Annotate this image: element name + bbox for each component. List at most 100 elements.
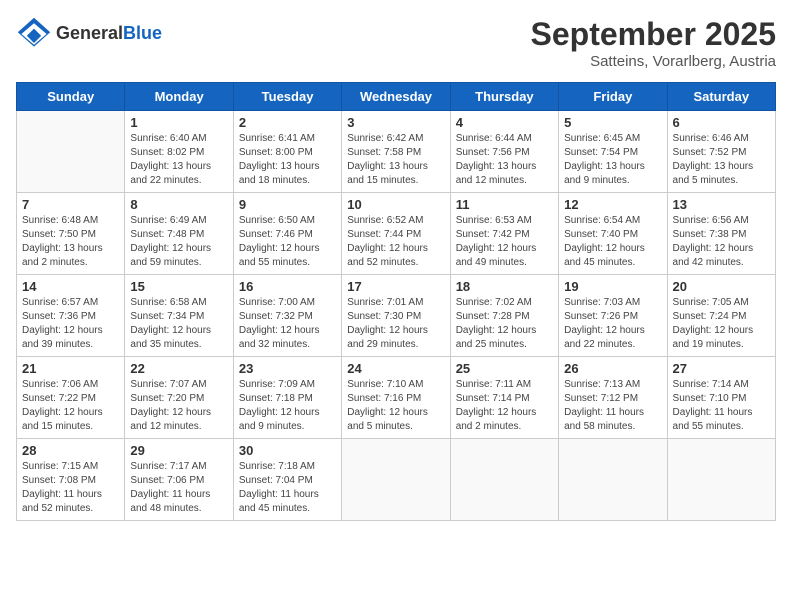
calendar-cell <box>17 111 125 193</box>
calendar-cell: 21Sunrise: 7:06 AMSunset: 7:22 PMDayligh… <box>17 357 125 439</box>
day-number: 4 <box>456 115 553 130</box>
calendar-cell: 29 Sunrise: 7:17 AMSunset: 7:06 PMDayligh… <box>125 439 233 521</box>
calendar-cell: 11Sunrise: 6:53 AMSunset: 7:42 PMDayligh… <box>450 193 558 275</box>
calendar-cell <box>667 439 775 521</box>
day-info: Sunrise: 7:09 AMSunset: 7:18 PMDaylight:… <box>239 378 336 434</box>
day-number: 28 <box>22 443 119 458</box>
day-number: 29 <box>130 443 227 458</box>
day-number: 13 <box>673 197 770 212</box>
calendar-cell: 10Sunrise: 6:52 AMSunset: 7:44 PMDayligh… <box>342 193 450 275</box>
calendar-cell: 17 Sunrise: 7:01 AMSunset: 7:30 PMDayligh… <box>342 275 450 357</box>
day-number: 9 <box>239 197 336 212</box>
calendar-cell: 23 Sunrise: 7:09 AMSunset: 7:18 PMDayligh… <box>233 357 341 439</box>
month-title: September 2025 <box>531 16 776 53</box>
day-number: 5 <box>564 115 661 130</box>
calendar-cell: 25Sunrise: 7:11 AMSunset: 7:14 PMDayligh… <box>450 357 558 439</box>
calendar-cell: 15 Sunrise: 6:58 AMSunset: 7:34 PMDayligh… <box>125 275 233 357</box>
calendar-cell <box>559 439 667 521</box>
calendar-cell: 7 Sunrise: 6:48 AMSunset: 7:50 PMDaylight… <box>17 193 125 275</box>
day-info: Sunrise: 6:42 AMSunset: 7:58 PMDaylight:… <box>347 132 444 188</box>
day-number: 12 <box>564 197 661 212</box>
day-number: 15 <box>130 279 227 294</box>
day-info: Sunrise: 7:07 AMSunset: 7:20 PMDaylight:… <box>130 378 227 434</box>
day-info: Sunrise: 7:13 AMSunset: 7:12 PMDaylight:… <box>564 378 661 434</box>
day-number: 11 <box>456 197 553 212</box>
day-info: Sunrise: 7:06 AMSunset: 7:22 PMDaylight:… <box>22 378 119 434</box>
calendar-cell: 27Sunrise: 7:14 AMSunset: 7:10 PMDayligh… <box>667 357 775 439</box>
weekday-header-row: SundayMondayTuesdayWednesdayThursdayFrid… <box>17 83 776 111</box>
day-info: Sunrise: 7:03 AMSunset: 7:26 PMDaylight:… <box>564 296 661 352</box>
calendar-cell: 19 Sunrise: 7:03 AMSunset: 7:26 PMDayligh… <box>559 275 667 357</box>
calendar-cell: 13 Sunrise: 6:56 AMSunset: 7:38 PMDayligh… <box>667 193 775 275</box>
day-number: 22 <box>130 361 227 376</box>
calendar-cell: 18 Sunrise: 7:02 AMSunset: 7:28 PMDayligh… <box>450 275 558 357</box>
weekday-header-sunday: Sunday <box>17 83 125 111</box>
calendar-cell: 5 Sunrise: 6:45 AMSunset: 7:54 PMDaylight… <box>559 111 667 193</box>
calendar-cell: 1 Sunrise: 6:40 AMSunset: 8:02 PMDaylight… <box>125 111 233 193</box>
day-number: 6 <box>673 115 770 130</box>
day-number: 3 <box>347 115 444 130</box>
day-number: 1 <box>130 115 227 130</box>
weekday-header-thursday: Thursday <box>450 83 558 111</box>
day-info: Sunrise: 6:48 AMSunset: 7:50 PMDaylight:… <box>22 214 119 270</box>
day-info: Sunrise: 7:05 AMSunset: 7:24 PMDaylight:… <box>673 296 770 352</box>
logo-general-text: General <box>56 23 123 43</box>
day-number: 19 <box>564 279 661 294</box>
day-info: Sunrise: 6:52 AMSunset: 7:44 PMDaylight:… <box>347 214 444 270</box>
day-number: 16 <box>239 279 336 294</box>
calendar-week-1: 1 Sunrise: 6:40 AMSunset: 8:02 PMDaylight… <box>17 111 776 193</box>
day-info: Sunrise: 6:40 AMSunset: 8:02 PMDaylight:… <box>130 132 227 188</box>
day-info: Sunrise: 6:54 AMSunset: 7:40 PMDaylight:… <box>564 214 661 270</box>
day-number: 23 <box>239 361 336 376</box>
page-header: GeneralBlue September 2025 Satteins, Vor… <box>16 16 776 70</box>
day-info: Sunrise: 6:46 AMSunset: 7:52 PMDaylight:… <box>673 132 770 188</box>
calendar-cell: 22 Sunrise: 7:07 AMSunset: 7:20 PMDayligh… <box>125 357 233 439</box>
day-info: Sunrise: 7:15 AMSunset: 7:08 PMDaylight:… <box>22 460 119 516</box>
day-info: Sunrise: 6:58 AMSunset: 7:34 PMDaylight:… <box>130 296 227 352</box>
calendar-cell: 8 Sunrise: 6:49 AMSunset: 7:48 PMDaylight… <box>125 193 233 275</box>
logo-icon <box>16 16 52 52</box>
calendar-cell: 16 Sunrise: 7:00 AMSunset: 7:32 PMDayligh… <box>233 275 341 357</box>
calendar-cell: 6 Sunrise: 6:46 AMSunset: 7:52 PMDaylight… <box>667 111 775 193</box>
day-info: Sunrise: 6:49 AMSunset: 7:48 PMDaylight:… <box>130 214 227 270</box>
day-number: 8 <box>130 197 227 212</box>
weekday-header-saturday: Saturday <box>667 83 775 111</box>
day-info: Sunrise: 7:17 AMSunset: 7:06 PMDaylight:… <box>130 460 227 516</box>
day-number: 17 <box>347 279 444 294</box>
calendar-cell: 30Sunrise: 7:18 AMSunset: 7:04 PMDayligh… <box>233 439 341 521</box>
day-info: Sunrise: 7:00 AMSunset: 7:32 PMDaylight:… <box>239 296 336 352</box>
day-info: Sunrise: 7:01 AMSunset: 7:30 PMDaylight:… <box>347 296 444 352</box>
calendar-week-2: 7 Sunrise: 6:48 AMSunset: 7:50 PMDaylight… <box>17 193 776 275</box>
day-info: Sunrise: 7:02 AMSunset: 7:28 PMDaylight:… <box>456 296 553 352</box>
calendar-cell: 2Sunrise: 6:41 AMSunset: 8:00 PMDaylight… <box>233 111 341 193</box>
logo: GeneralBlue <box>16 16 162 52</box>
calendar-cell: 24 Sunrise: 7:10 AMSunset: 7:16 PMDayligh… <box>342 357 450 439</box>
location-subtitle: Satteins, Vorarlberg, Austria <box>531 53 776 70</box>
weekday-header-wednesday: Wednesday <box>342 83 450 111</box>
calendar-cell: 12 Sunrise: 6:54 AMSunset: 7:40 PMDayligh… <box>559 193 667 275</box>
day-number: 7 <box>22 197 119 212</box>
logo-blue-text: Blue <box>123 23 162 43</box>
calendar-table: SundayMondayTuesdayWednesdayThursdayFrid… <box>16 82 776 521</box>
calendar-week-4: 21Sunrise: 7:06 AMSunset: 7:22 PMDayligh… <box>17 357 776 439</box>
day-number: 24 <box>347 361 444 376</box>
day-info: Sunrise: 7:10 AMSunset: 7:16 PMDaylight:… <box>347 378 444 434</box>
day-number: 18 <box>456 279 553 294</box>
day-info: Sunrise: 6:50 AMSunset: 7:46 PMDaylight:… <box>239 214 336 270</box>
calendar-cell: 9 Sunrise: 6:50 AMSunset: 7:46 PMDaylight… <box>233 193 341 275</box>
day-info: Sunrise: 6:45 AMSunset: 7:54 PMDaylight:… <box>564 132 661 188</box>
calendar-cell: 28 Sunrise: 7:15 AMSunset: 7:08 PMDayligh… <box>17 439 125 521</box>
calendar-week-3: 14Sunrise: 6:57 AMSunset: 7:36 PMDayligh… <box>17 275 776 357</box>
day-number: 26 <box>564 361 661 376</box>
calendar-cell <box>450 439 558 521</box>
calendar-cell: 26 Sunrise: 7:13 AMSunset: 7:12 PMDayligh… <box>559 357 667 439</box>
day-number: 14 <box>22 279 119 294</box>
calendar-cell: 20 Sunrise: 7:05 AMSunset: 7:24 PMDayligh… <box>667 275 775 357</box>
calendar-week-5: 28 Sunrise: 7:15 AMSunset: 7:08 PMDayligh… <box>17 439 776 521</box>
day-info: Sunrise: 6:56 AMSunset: 7:38 PMDaylight:… <box>673 214 770 270</box>
title-block: September 2025 Satteins, Vorarlberg, Aus… <box>531 16 776 70</box>
calendar-cell <box>342 439 450 521</box>
day-number: 20 <box>673 279 770 294</box>
weekday-header-friday: Friday <box>559 83 667 111</box>
day-number: 27 <box>673 361 770 376</box>
